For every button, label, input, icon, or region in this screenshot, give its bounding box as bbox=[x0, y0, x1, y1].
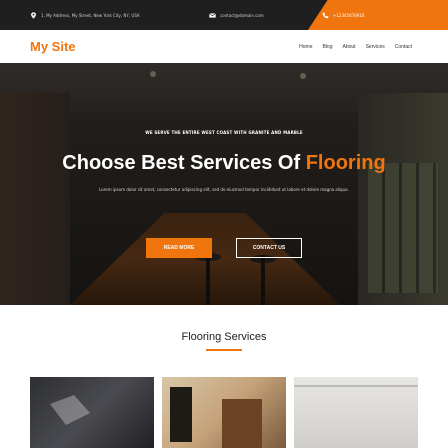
hero-title: Choose Best Services Of Flooring bbox=[0, 152, 448, 175]
phone-info[interactable]: +12345678910 bbox=[322, 0, 364, 30]
envelope-icon bbox=[209, 12, 216, 18]
card-image-detail bbox=[170, 387, 192, 442]
hero-dark-overlay bbox=[0, 63, 448, 305]
nav-blog[interactable]: Blog bbox=[322, 44, 332, 50]
map-pin-icon bbox=[31, 11, 36, 19]
card-image-detail bbox=[50, 395, 90, 425]
phone-icon bbox=[322, 12, 329, 18]
nav-home[interactable]: Home bbox=[299, 44, 312, 50]
hero-kicker: WE SERVE THE ENTIRE WEST COAST WITH GRAN… bbox=[145, 130, 303, 135]
card-image-detail bbox=[294, 385, 418, 387]
service-card-image[interactable] bbox=[30, 377, 154, 448]
email-info[interactable]: contact@domain.com bbox=[209, 0, 264, 30]
nav-about[interactable]: About bbox=[343, 44, 356, 50]
address-text: 1, My Address, My Street, New York City,… bbox=[41, 12, 140, 18]
address-info: 1, My Address, My Street, New York City,… bbox=[30, 0, 140, 30]
hero-title-main: Choose Best Services Of bbox=[62, 152, 306, 174]
hero-section bbox=[0, 63, 448, 305]
read-more-button[interactable]: READ MORE bbox=[146, 238, 212, 258]
phone-text[interactable]: +12345678910 bbox=[333, 13, 364, 18]
service-card-image[interactable] bbox=[162, 377, 286, 448]
services-section: Flooring Services bbox=[0, 305, 448, 448]
card-image-detail bbox=[222, 399, 262, 448]
hero-title-accent: Flooring bbox=[305, 152, 386, 174]
top-info-bar: 1, My Address, My Street, New York City,… bbox=[0, 0, 448, 30]
hero-subtitle: Lorem ipsum dolor sit amet, consectetur … bbox=[99, 187, 349, 192]
nav-contact[interactable]: Contact bbox=[395, 44, 412, 50]
site-logo[interactable]: My Site bbox=[30, 30, 76, 63]
email-text[interactable]: contact@domain.com bbox=[220, 13, 264, 18]
services-title: Flooring Services bbox=[181, 331, 267, 343]
main-navbar: My Site Home Blog About Services Contact bbox=[0, 30, 448, 63]
title-underline bbox=[206, 349, 242, 351]
service-card-image[interactable] bbox=[294, 377, 418, 448]
nav-menu: Home Blog About Services Contact bbox=[299, 30, 412, 63]
nav-services[interactable]: Services bbox=[366, 44, 385, 50]
contact-us-button[interactable]: CONTACT US bbox=[236, 238, 302, 258]
